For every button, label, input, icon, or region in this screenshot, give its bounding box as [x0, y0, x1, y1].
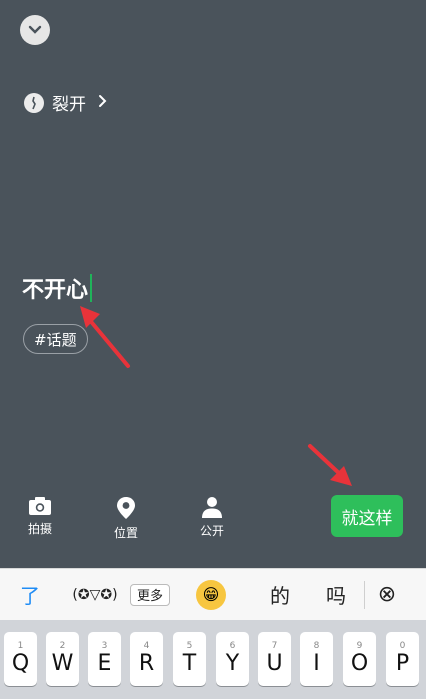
- annotation-arrow-text: [80, 306, 130, 368]
- mood-icon: [24, 92, 44, 113]
- key-y[interactable]: 6Y: [216, 632, 249, 686]
- candidate-first[interactable]: 了: [0, 569, 60, 621]
- key-r[interactable]: 4R: [130, 632, 163, 686]
- key-q[interactable]: 1Q: [4, 632, 37, 686]
- photo-button[interactable]: 拍摄: [15, 496, 65, 537]
- person-icon: [202, 497, 222, 518]
- candidate-word[interactable]: 吗: [326, 569, 346, 621]
- text-cursor: [90, 274, 93, 302]
- key-i[interactable]: 8I: [300, 632, 333, 686]
- location-label: 位置: [113, 526, 138, 540]
- mood-selector[interactable]: 裂开: [24, 90, 108, 115]
- location-pin-icon: [117, 497, 135, 519]
- location-button[interactable]: 位置: [101, 496, 151, 541]
- annotation-arrow-submit: [308, 444, 352, 486]
- candidate-word[interactable]: 的: [270, 569, 290, 621]
- visibility-button[interactable]: 公开: [187, 496, 237, 539]
- keyboard: 1Q 2W 3E 4R 5T 6Y 7U 8I 9O 0P: [0, 620, 426, 699]
- key-u[interactable]: 7U: [258, 632, 291, 686]
- key-w[interactable]: 2W: [46, 632, 79, 686]
- key-t[interactable]: 5T: [173, 632, 206, 686]
- collapse-button[interactable]: [20, 15, 50, 45]
- close-circle-icon[interactable]: ⊗: [365, 569, 409, 621]
- key-o[interactable]: 9O: [343, 632, 376, 686]
- candidate-kaomoji[interactable]: (✪▽✪): [60, 569, 130, 621]
- key-e[interactable]: 3E: [88, 632, 121, 686]
- more-candidates-button[interactable]: 更多: [130, 583, 171, 606]
- chevron-down-icon: [28, 25, 42, 34]
- chevron-right-icon: [98, 93, 108, 113]
- key-p[interactable]: 0P: [386, 632, 419, 686]
- mood-label: 裂开: [52, 95, 86, 115]
- grinning-face-icon[interactable]: 😁: [196, 579, 227, 610]
- photo-label: 拍摄: [27, 522, 52, 536]
- candidate-bar: 了 (✪▽✪) 更多 😁 的 吗 ⊗: [0, 568, 426, 620]
- camera-icon: [29, 497, 51, 515]
- visibility-label: 公开: [199, 524, 224, 538]
- submit-button[interactable]: 就这样: [331, 495, 403, 537]
